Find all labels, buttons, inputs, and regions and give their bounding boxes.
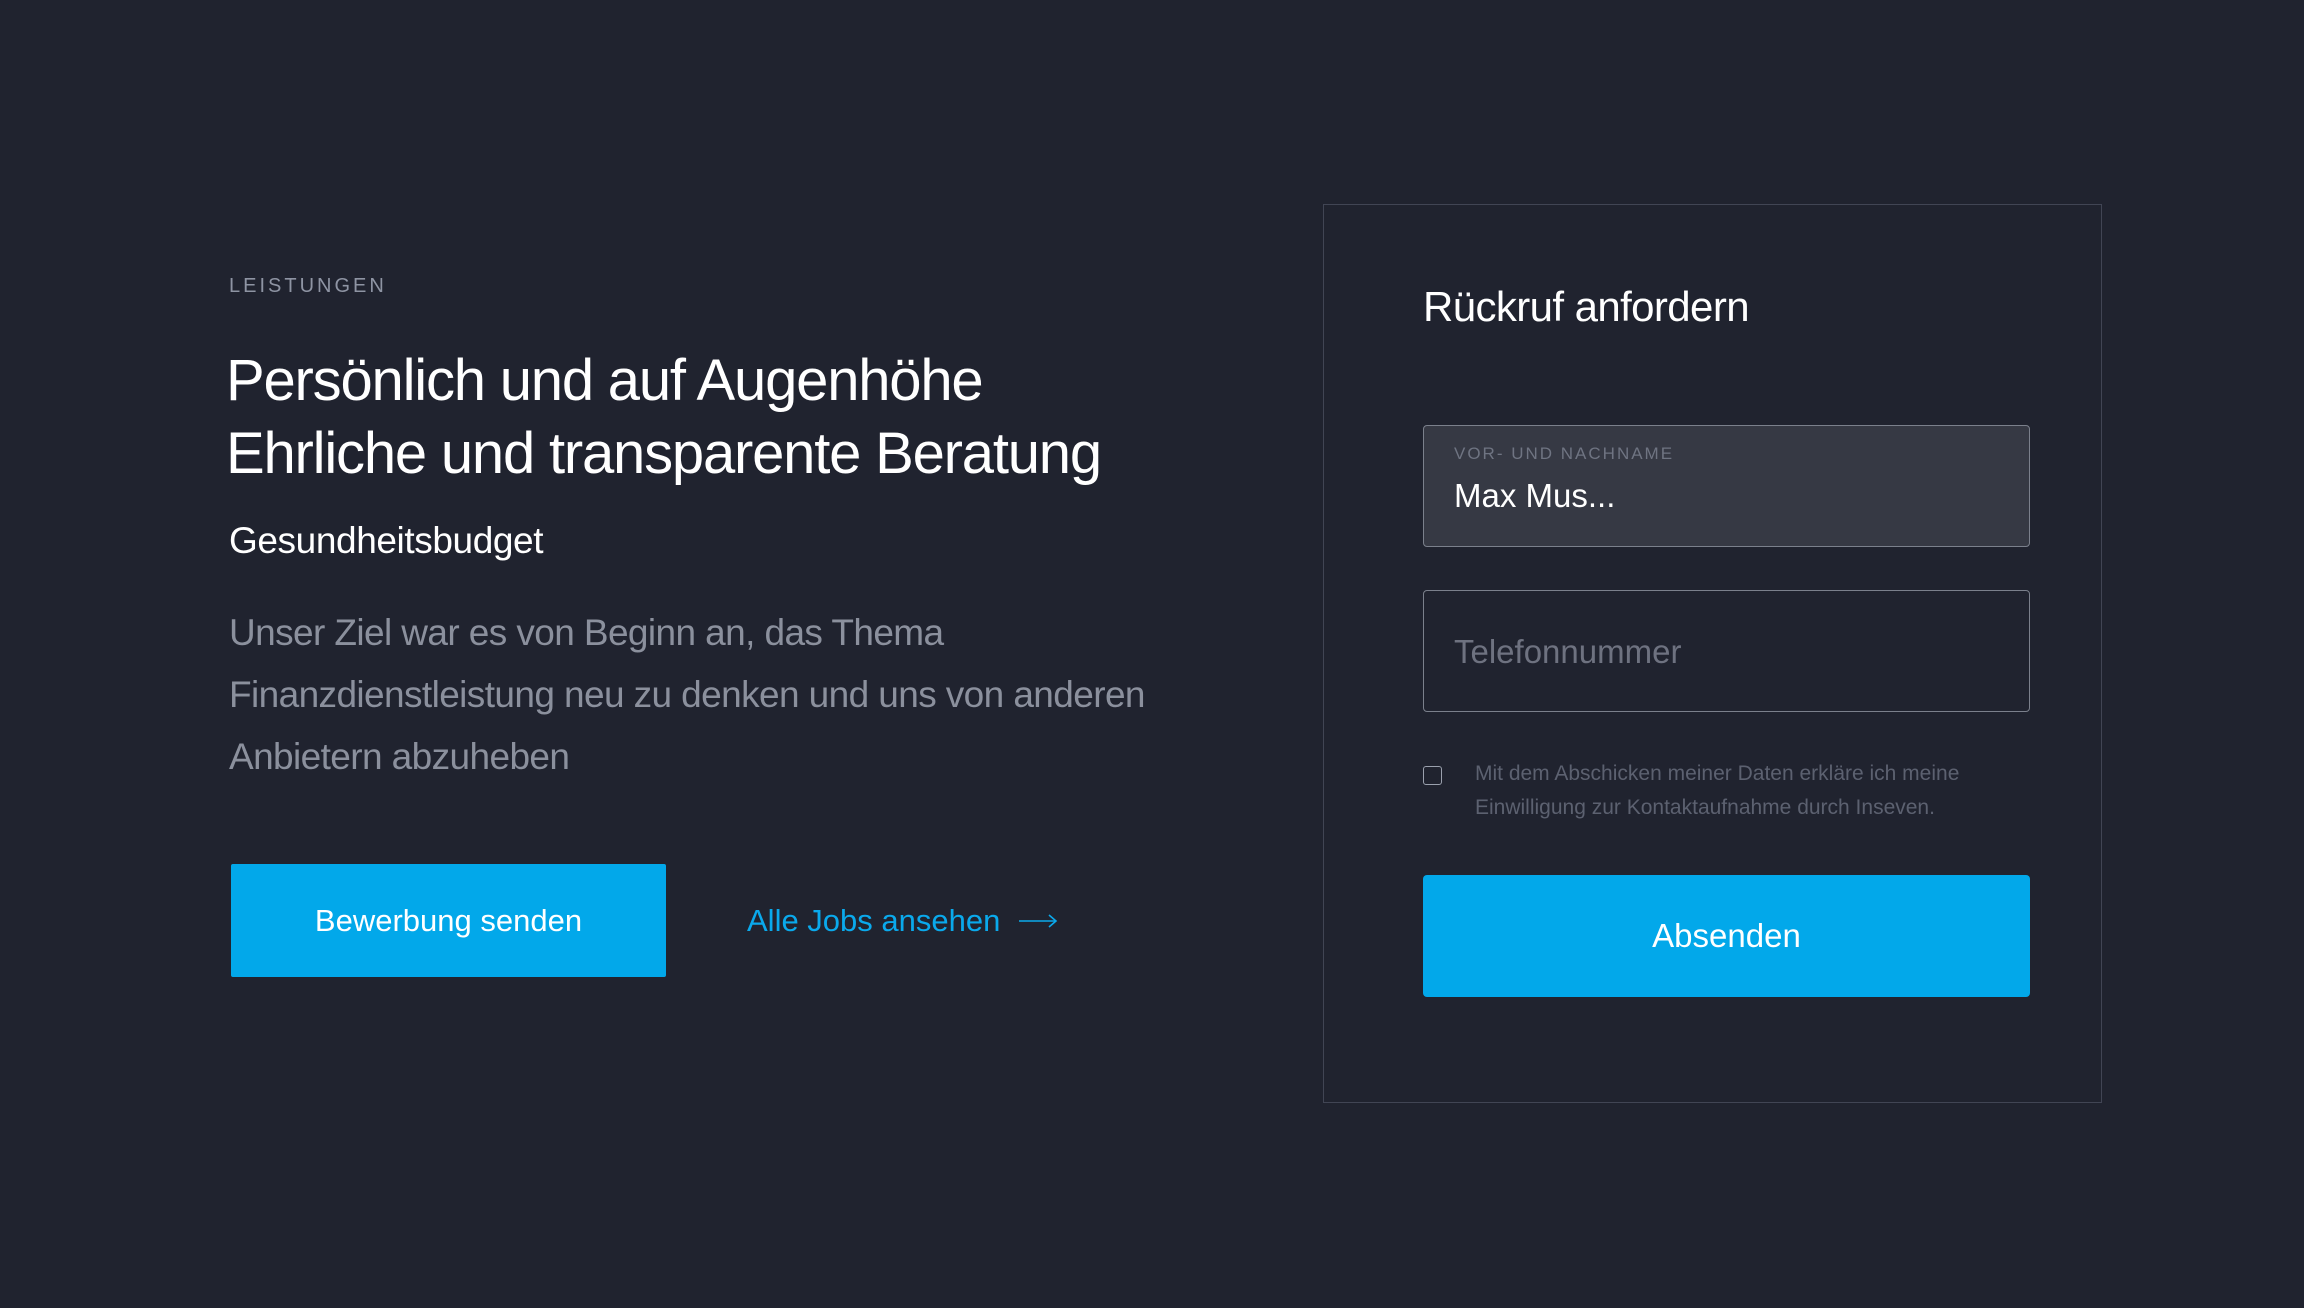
callback-form-title: Rückruf anfordern (1423, 283, 1750, 330)
name-field-label: VOR- UND NACHNAME (1454, 444, 1675, 463)
intro-paragraph: Unser Ziel war es von Beginn an, das The… (229, 612, 1146, 777)
callback-form-card: Rückruf anfordern VOR- UND NACHNAME Mit … (1323, 204, 2102, 1103)
page-title-line-1: Persönlich und auf Augenhöhe (226, 348, 984, 413)
page-title: Persönlich und auf Augenhöhe Ehrliche un… (226, 344, 1179, 490)
hero-section: LEISTUNGEN Persönlich und auf Augenhöhe … (226, 272, 1179, 788)
phone-input[interactable] (1454, 627, 2009, 677)
name-input[interactable] (1454, 472, 2009, 520)
consent-checkbox[interactable] (1423, 766, 1442, 785)
view-all-jobs-link[interactable]: Alle Jobs ansehen (747, 903, 1058, 939)
arrow-right-icon (1019, 913, 1058, 928)
consent-text: Mit dem Abschicken meiner Daten erkläre … (1475, 762, 1960, 819)
section-subheading: Gesundheitsbudget (229, 520, 544, 561)
view-all-jobs-label: Alle Jobs ansehen (747, 902, 1001, 938)
phone-field[interactable] (1423, 590, 2030, 712)
section-eyebrow: LEISTUNGEN (229, 275, 387, 297)
hero-actions: Bewerbung senden Alle Jobs ansehen (231, 864, 1058, 977)
submit-button[interactable]: Absenden (1423, 875, 2030, 997)
page-title-line-2: Ehrliche und transparente Beratung (226, 421, 1102, 486)
send-application-button[interactable]: Bewerbung senden (231, 864, 666, 977)
name-field[interactable]: VOR- UND NACHNAME (1423, 425, 2030, 547)
consent-row: Mit dem Abschicken meiner Daten erkläre … (1423, 757, 2015, 825)
